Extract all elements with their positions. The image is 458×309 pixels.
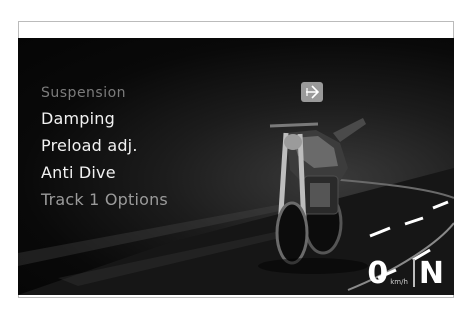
frame-bottom bbox=[18, 297, 454, 298]
dashboard-screen: Suspension Damping Preload adj. Anti Div… bbox=[18, 38, 454, 295]
gear-indicator: N bbox=[418, 256, 444, 291]
menu-item-anti-dive[interactable]: Anti Dive bbox=[41, 163, 168, 182]
menu-item-damping[interactable]: Damping bbox=[41, 109, 168, 128]
status-readout: 0 km/h N bbox=[367, 259, 444, 289]
speed-unit: km/h bbox=[390, 278, 408, 286]
menu-header: Suspension bbox=[41, 85, 127, 101]
divider bbox=[412, 259, 415, 287]
frame-top bbox=[18, 21, 454, 22]
menu-item-track-1-options[interactable]: Track 1 Options bbox=[41, 190, 168, 209]
suspension-menu: Suspension Damping Preload adj. Anti Div… bbox=[41, 85, 168, 209]
back-arrow-icon bbox=[306, 85, 319, 99]
back-button[interactable] bbox=[301, 82, 323, 102]
menu-item-preload-adj[interactable]: Preload adj. bbox=[41, 136, 168, 155]
speed-value: 0 bbox=[367, 256, 389, 291]
